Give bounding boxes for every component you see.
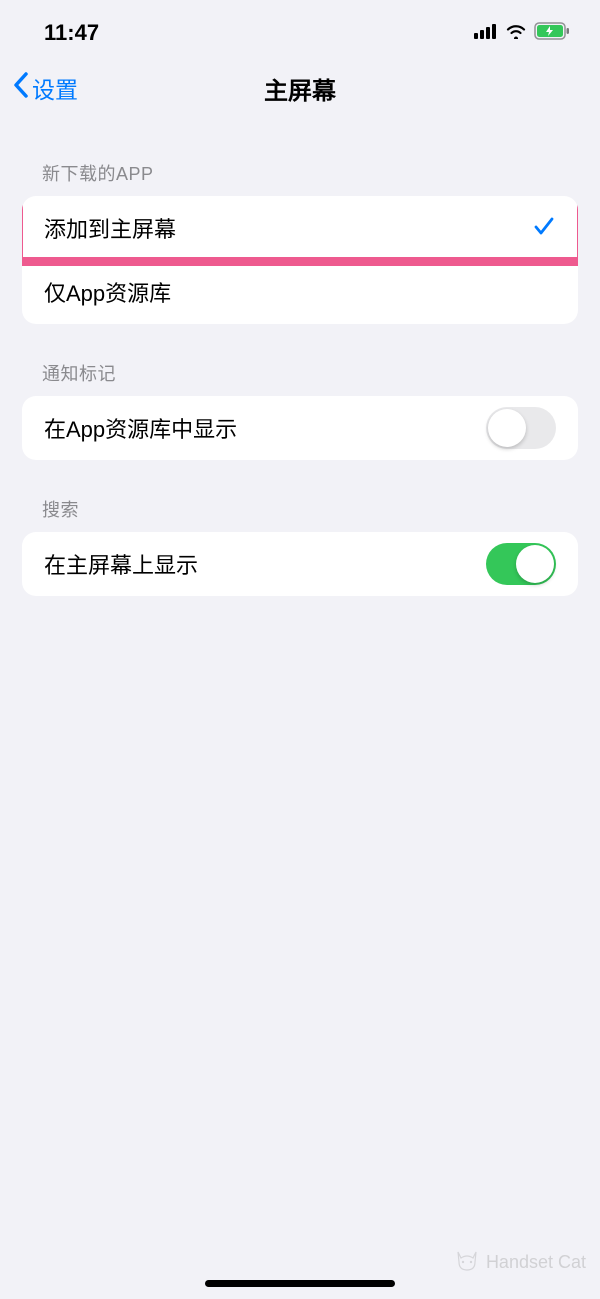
row-label: 在App资源库中显示 [44,412,237,444]
status-time: 11:47 [44,20,99,46]
checkmark-icon [532,214,556,243]
back-button[interactable]: 设置 [12,71,78,105]
option-label: 仅App资源库 [44,276,171,308]
option-label: 添加到主屏幕 [44,212,176,244]
navigation-bar: 设置 主屏幕 [0,58,600,118]
row-show-in-app-library: 在App资源库中显示 [22,396,578,460]
wifi-icon [505,23,527,44]
toggle-show-in-app-library[interactable] [486,407,556,449]
page-title: 主屏幕 [264,71,336,106]
cellular-signal-icon [474,23,498,44]
group-search: 在主屏幕上显示 [22,532,578,596]
group-notification-badges: 在App资源库中显示 [22,396,578,460]
watermark: Handset Cat [454,1248,586,1277]
option-app-library-only[interactable]: 仅App资源库 [22,260,578,324]
chevron-left-icon [12,71,30,105]
section-header-search: 搜索 [22,460,578,532]
status-bar: 11:47 [0,0,600,58]
status-icons [474,22,570,45]
watermark-text: Handset Cat [486,1252,586,1273]
home-indicator[interactable] [205,1280,395,1287]
option-add-to-home-screen[interactable]: 添加到主屏幕 [22,196,578,260]
row-show-on-home-screen: 在主屏幕上显示 [22,532,578,596]
group-new-apps: 添加到主屏幕 仅App资源库 [22,196,578,324]
battery-charging-icon [534,22,570,45]
toggle-show-on-home-screen[interactable] [486,543,556,585]
back-button-label: 设置 [32,71,78,105]
section-header-notification-badges: 通知标记 [22,324,578,396]
section-header-new-apps: 新下载的APP [22,118,578,196]
row-label: 在主屏幕上显示 [44,548,198,580]
cat-icon [454,1248,480,1277]
